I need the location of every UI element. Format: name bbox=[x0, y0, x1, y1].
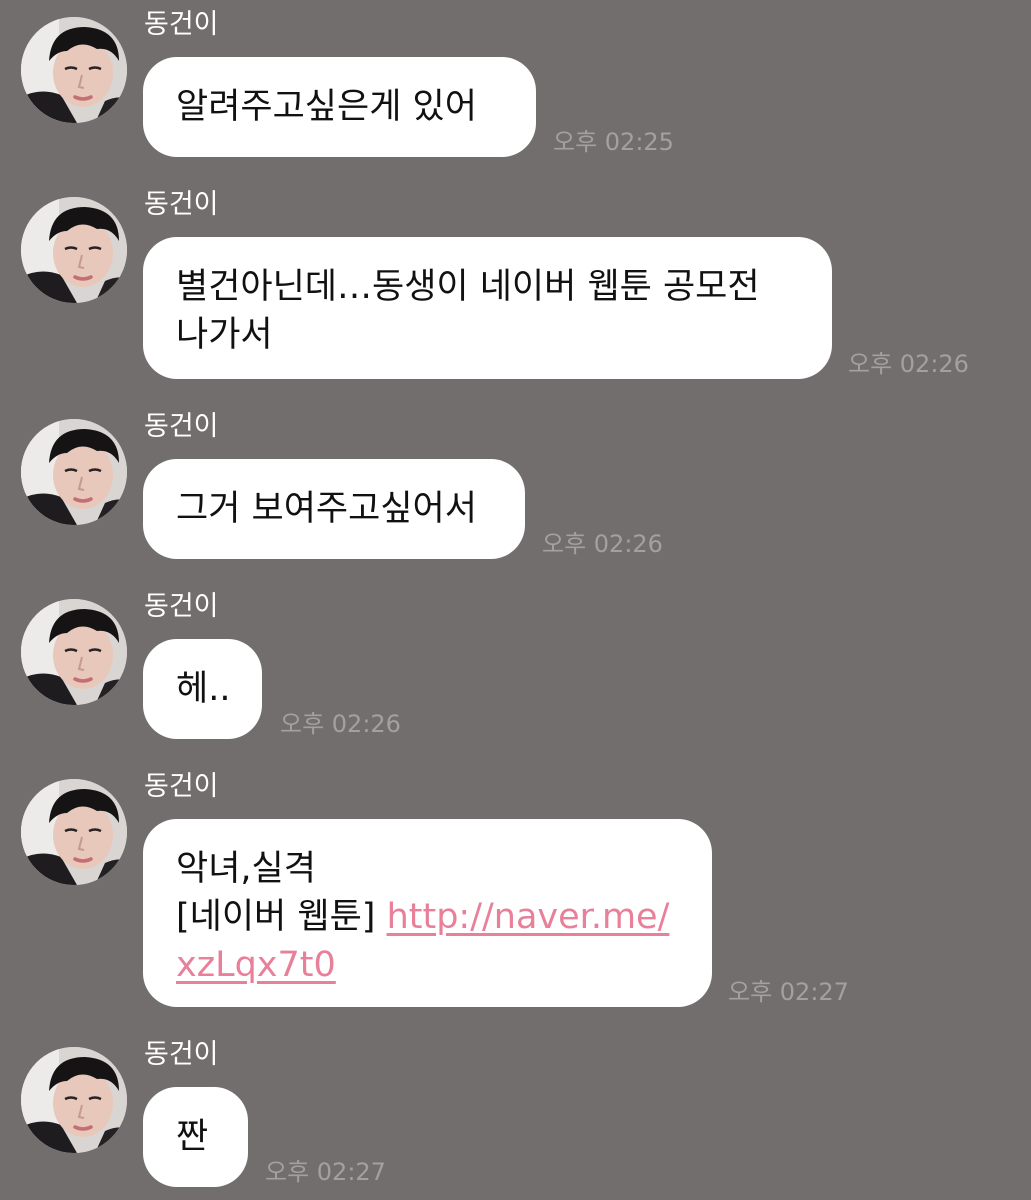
avatar[interactable] bbox=[21, 17, 127, 123]
message-bubble[interactable]: 알려주고싶은게 있어 bbox=[143, 57, 536, 157]
avatar[interactable] bbox=[21, 779, 127, 885]
profile-photo bbox=[21, 17, 127, 123]
avatar[interactable] bbox=[21, 1047, 127, 1153]
message-timestamp: 오후 02:26 bbox=[542, 530, 663, 558]
profile-photo bbox=[21, 197, 127, 303]
message-link-line: xzLqx7t0 bbox=[176, 941, 682, 989]
naver-link-continued[interactable]: xzLqx7t0 bbox=[176, 945, 336, 985]
avatar[interactable] bbox=[21, 419, 127, 525]
sender-name: 동건이 bbox=[144, 9, 219, 40]
profile-photo bbox=[21, 599, 127, 705]
message-link-line: [네이버 웹툰] http://naver.me/ bbox=[176, 893, 682, 941]
message-bubble[interactable]: 짠 bbox=[143, 1087, 248, 1187]
message-bubble[interactable]: 헤.. bbox=[143, 639, 262, 739]
message-bubble[interactable]: 별건아닌데…동생이 네이버 웹툰 공모전 나가서 bbox=[143, 237, 832, 379]
message-timestamp: 오후 02:26 bbox=[848, 350, 969, 378]
message-timestamp: 오후 02:27 bbox=[728, 978, 849, 1006]
message-text: 알려주고싶은게 있어 bbox=[176, 87, 477, 127]
sender-name: 동건이 bbox=[144, 189, 219, 220]
message-timestamp: 오후 02:25 bbox=[553, 128, 674, 156]
sender-name: 동건이 bbox=[144, 1039, 219, 1070]
message-text: 별건아닌데…동생이 네이버 웹툰 공모전 bbox=[176, 267, 760, 307]
naver-link[interactable]: http://naver.me/ bbox=[387, 897, 670, 937]
message-timestamp: 오후 02:26 bbox=[280, 710, 401, 738]
profile-photo bbox=[21, 1047, 127, 1153]
avatar[interactable] bbox=[21, 599, 127, 705]
message-timestamp: 오후 02:27 bbox=[265, 1158, 386, 1186]
profile-photo bbox=[21, 419, 127, 525]
message-text: 악녀,실격 bbox=[176, 849, 316, 889]
link-prefix: [네이버 웹툰] bbox=[176, 897, 387, 937]
message-text: 짠 bbox=[176, 1117, 209, 1157]
message-text: 그거 보여주고싶어서 bbox=[176, 489, 477, 529]
sender-name: 동건이 bbox=[144, 771, 219, 802]
message-text: 헤.. bbox=[176, 669, 231, 709]
message-bubble[interactable]: 그거 보여주고싶어서 bbox=[143, 459, 525, 559]
profile-photo bbox=[21, 779, 127, 885]
avatar[interactable] bbox=[21, 197, 127, 303]
sender-name: 동건이 bbox=[144, 591, 219, 622]
message-text: 나가서 bbox=[176, 315, 273, 355]
chat-view: 동건이 알려주고싶은게 있어 오후 02:25 동건이 별건아닌데…동생이 네이… bbox=[0, 0, 1031, 1200]
sender-name: 동건이 bbox=[144, 411, 219, 442]
message-bubble[interactable]: 악녀,실격 [네이버 웹툰] http://naver.me/ xzLqx7t0 bbox=[143, 819, 712, 1007]
